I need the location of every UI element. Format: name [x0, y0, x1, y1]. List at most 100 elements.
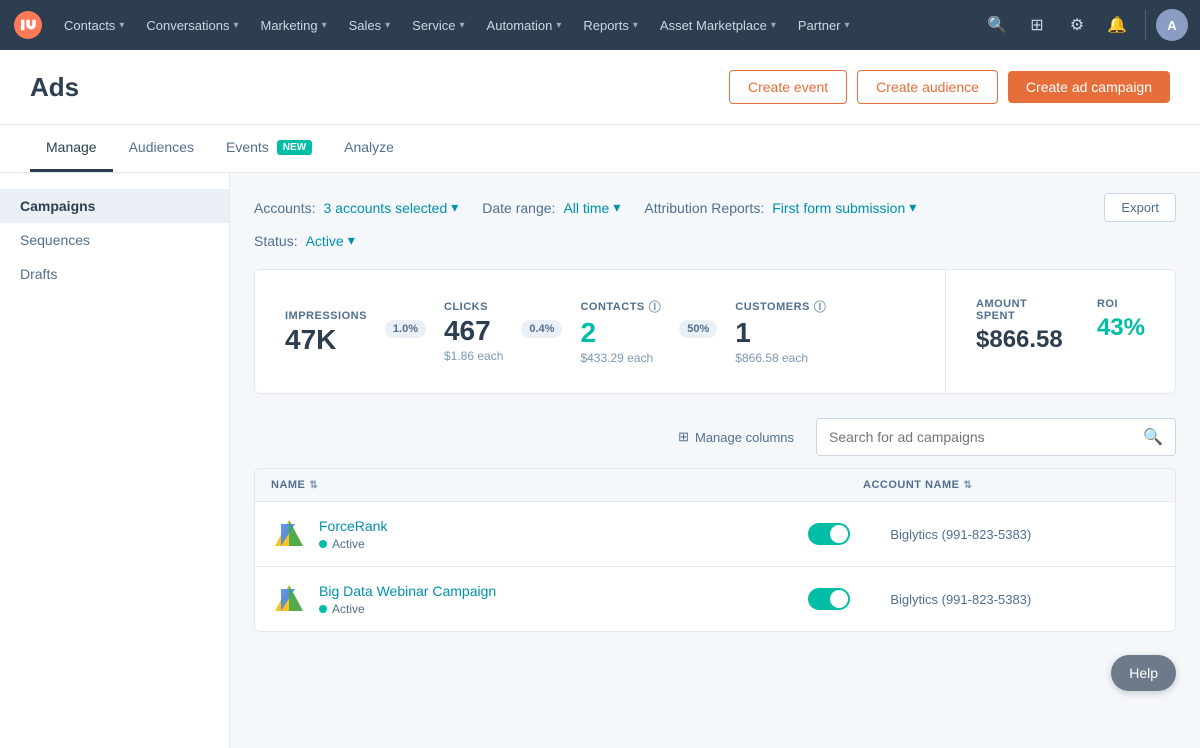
accounts-caret-icon: ▾ [451, 199, 458, 216]
campaign-status-2: Active [319, 602, 496, 616]
search-icon[interactable]: 🔍 [979, 7, 1015, 43]
impressions-value: 47K [285, 326, 336, 354]
sidebar-item-campaigns[interactable]: Campaigns [0, 189, 229, 223]
attribution-filter[interactable]: First form submission ▾ [772, 199, 916, 216]
toggle-knob-1 [830, 525, 848, 543]
ad-campaigns-table: NAME ⇅ ACCOUNT NAME ⇅ [254, 468, 1176, 632]
create-event-button[interactable]: Create event [729, 70, 847, 104]
date-range-label: Date range: [482, 200, 555, 216]
manage-columns-button[interactable]: ⊞ Manage columns [668, 423, 804, 451]
search-container: 🔍 [816, 418, 1176, 456]
date-range-filter[interactable]: All time ▾ [563, 199, 620, 216]
nav-asset-marketplace[interactable]: Asset Marketplace ▾ [650, 0, 786, 50]
col-header-name: NAME ⇅ [271, 479, 863, 491]
help-button[interactable]: Help [1111, 655, 1176, 691]
notifications-icon[interactable]: 🔔 [1099, 7, 1135, 43]
campaign-icon-1 [271, 516, 307, 552]
filters-row-2: Status: Active ▾ [254, 232, 1176, 249]
impressions-stat: IMPRESSIONS 47K [285, 310, 367, 354]
nav-partner[interactable]: Partner ▾ [788, 0, 860, 50]
attribution-label: Attribution Reports: [644, 200, 764, 216]
campaign-name-2[interactable]: Big Data Webinar Campaign [319, 583, 496, 599]
col-header-account: ACCOUNT NAME ⇅ [863, 479, 1159, 491]
clicks-sub: $1.86 each [444, 349, 503, 363]
campaign-toggle-1[interactable]: ✓ [808, 523, 850, 545]
conversations-caret: ▾ [233, 20, 238, 31]
nav-service[interactable]: Service ▾ [402, 0, 474, 50]
campaign-info-1: ForceRank Active [271, 516, 808, 552]
status-filter[interactable]: Active ▾ [306, 232, 355, 249]
clicks-value: 467 [444, 317, 491, 345]
page-title: Ads [30, 72, 79, 103]
contacts-sub: $433.29 each [580, 351, 653, 365]
nav-conversations[interactable]: Conversations ▾ [136, 0, 248, 50]
account-sort-icon[interactable]: ⇅ [963, 480, 972, 491]
table-row: ForceRank Active ✓ Biglytics (991-823-53… [255, 502, 1175, 567]
header-actions: Create event Create audience Create ad c… [729, 70, 1170, 104]
create-audience-button[interactable]: Create audience [857, 70, 998, 104]
impressions-clicks-divider: 1.0% [367, 320, 444, 344]
settings-icon[interactable]: ⚙ [1059, 7, 1095, 43]
stats-panel-left: IMPRESSIONS 47K 1.0% CLICKS 467 $1.86 ea… [254, 269, 946, 394]
events-badge: NEW [277, 140, 312, 155]
search-button[interactable]: 🔍 [1131, 419, 1175, 455]
marketplace-icon[interactable]: ⊞ [1019, 7, 1055, 43]
status-label: Status: [254, 233, 298, 249]
accounts-filter[interactable]: 3 accounts selected ▾ [323, 199, 458, 216]
page-header: Ads Create event Create audience Create … [0, 50, 1200, 125]
toggle-area-2: ✓ [808, 588, 850, 610]
contacts-stat: CONTACTS ⓘ 2 $433.29 each [580, 298, 661, 365]
account-col-1: Biglytics (991-823-5383) [890, 527, 1159, 542]
nav-marketing[interactable]: Marketing ▾ [250, 0, 336, 50]
toggle-check-icon-1: ✓ [815, 529, 823, 540]
contacts-info-icon[interactable]: ⓘ [649, 298, 662, 315]
nav-contacts[interactable]: Contacts ▾ [54, 0, 134, 50]
nav-sales[interactable]: Sales ▾ [339, 0, 401, 50]
roi-stat: ROI 43% [1097, 298, 1145, 342]
nav-automation[interactable]: Automation ▾ [477, 0, 572, 50]
search-input[interactable] [817, 421, 1131, 453]
amount-spent-value: $866.58 [976, 326, 1067, 354]
stats-panel-right: AMOUNT SPENT $866.58 ROI 43% [946, 269, 1176, 394]
clicks-conversion: 1.0% [385, 320, 426, 338]
customers-value: 1 [735, 319, 751, 347]
marketing-caret: ▾ [322, 20, 327, 31]
table-row: Big Data Webinar Campaign Active ✓ Bigly… [255, 567, 1175, 631]
tab-analyze[interactable]: Analyze [328, 125, 410, 172]
sidebar-item-drafts[interactable]: Drafts [0, 257, 229, 291]
tab-manage[interactable]: Manage [30, 125, 113, 172]
customers-info-icon[interactable]: ⓘ [814, 298, 827, 315]
campaign-info-2: Big Data Webinar Campaign Active [271, 581, 808, 617]
right-stats-row: AMOUNT SPENT $866.58 ROI 43% [976, 298, 1145, 354]
hubspot-logo[interactable] [12, 9, 44, 41]
toggle-knob-2 [830, 590, 848, 608]
accounts-label: Accounts: [254, 200, 315, 216]
avatar[interactable]: A [1156, 9, 1188, 41]
create-campaign-button[interactable]: Create ad campaign [1008, 71, 1170, 103]
status-dot-2 [319, 605, 327, 613]
name-sort-icon[interactable]: ⇅ [309, 480, 318, 491]
toggle-check-icon-2: ✓ [815, 594, 823, 605]
sidebar-item-sequences[interactable]: Sequences [0, 223, 229, 257]
date-range-caret-icon: ▾ [613, 199, 620, 216]
clicks-stat: CLICKS 467 $1.86 each [444, 301, 503, 363]
contacts-conversion: 0.4% [521, 320, 562, 338]
tab-events[interactable]: Events NEW [210, 125, 328, 172]
contacts-value: 2 [580, 319, 596, 347]
roi-value: 43% [1097, 314, 1145, 342]
tab-audiences[interactable]: Audiences [113, 125, 210, 172]
campaign-name-1[interactable]: ForceRank [319, 518, 387, 534]
table-toolbar: ⊞ Manage columns 🔍 [254, 418, 1176, 456]
stats-container: IMPRESSIONS 47K 1.0% CLICKS 467 $1.86 ea… [254, 269, 1176, 394]
sidebar: Campaigns Sequences Drafts [0, 173, 230, 748]
top-nav: Contacts ▾ Conversations ▾ Marketing ▾ S… [0, 0, 1200, 50]
nav-reports[interactable]: Reports ▾ [573, 0, 648, 50]
amount-spent-stat: AMOUNT SPENT $866.58 [976, 298, 1067, 354]
campaign-toggle-2[interactable]: ✓ [808, 588, 850, 610]
sales-caret: ▾ [385, 20, 390, 31]
status-dot-1 [319, 540, 327, 548]
columns-icon: ⊞ [678, 429, 689, 445]
content-area: Accounts: 3 accounts selected ▾ Date ran… [230, 173, 1200, 748]
export-button[interactable]: Export [1104, 193, 1176, 222]
filters-row-1: Accounts: 3 accounts selected ▾ Date ran… [254, 193, 1176, 222]
